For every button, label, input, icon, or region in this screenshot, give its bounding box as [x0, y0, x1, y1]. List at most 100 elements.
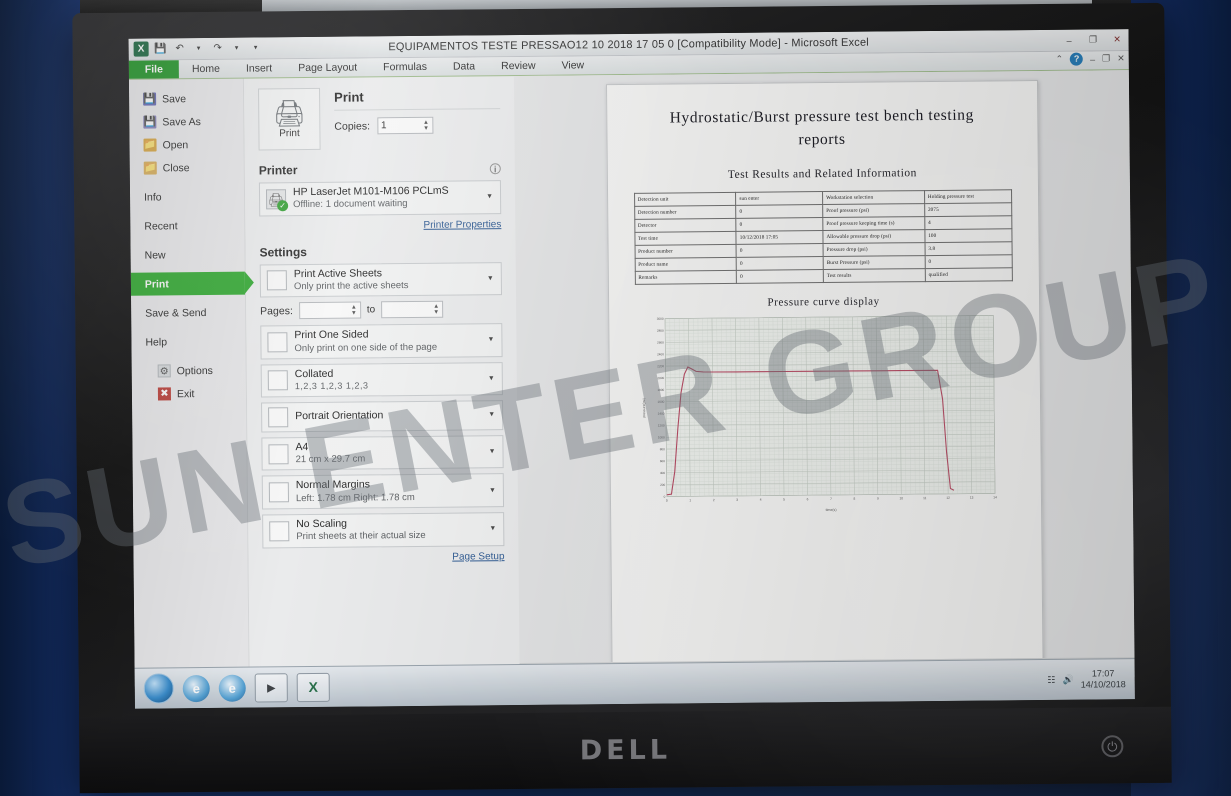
print-what-select[interactable]: Print Active Sheets Only print the activ… [259, 261, 503, 298]
restore-button[interactable]: ❐ [1086, 34, 1101, 45]
printer-select[interactable]: 🖨 ✓ HP LaserJet M101-M106 PCLmS Offline:… [258, 180, 502, 217]
svg-text:400: 400 [659, 470, 664, 474]
cell-value-right: 100 [924, 228, 1012, 243]
monitor-power-button[interactable]: ⏻ [1101, 735, 1124, 758]
internet-explorer-icon-2[interactable]: e [218, 674, 246, 702]
collation-select[interactable]: Collated 1,2,3 1,2,3 1,2,3 ▼ [260, 361, 503, 398]
scaling-select[interactable]: No Scaling Print sheets at their actual … [262, 512, 505, 548]
info-icon[interactable]: i [489, 162, 501, 174]
excel-taskbar-button[interactable]: X [296, 672, 330, 702]
copies-label: Copies: [334, 119, 371, 133]
print-sides-select[interactable]: Print One Sided Only print on one side o… [260, 323, 503, 360]
tab-file[interactable]: File [128, 60, 180, 79]
chevron-down-icon[interactable]: ▼ [489, 487, 496, 494]
sidebar-item-options[interactable]: ⚙ Options [132, 359, 246, 383]
ribbon-minimize-icon[interactable]: ⌃ [1056, 54, 1064, 65]
sidebar-item-recent[interactable]: Recent [130, 214, 244, 238]
pages-from-input[interactable]: ▲ ▼ [298, 301, 361, 320]
monitor-bezel-bottom: DELL [79, 706, 1172, 794]
svg-text:600: 600 [659, 459, 664, 463]
exit-icon: ✖ [157, 387, 172, 401]
chevron-down-icon[interactable]: ▼ [488, 411, 495, 418]
cell-label-left: Test time [634, 230, 737, 245]
printer-properties-link[interactable]: Printer Properties [259, 219, 501, 232]
pages-to-input[interactable]: ▲ ▼ [381, 300, 444, 319]
scaling-text: No Scaling Print sheets at their actual … [296, 517, 426, 544]
svg-text:5: 5 [783, 497, 785, 501]
window-controls[interactable]: – ❐ ✕ [1062, 34, 1125, 46]
workbook-restore-icon[interactable]: ❐ [1102, 53, 1110, 64]
cell-value-right: 4 [924, 215, 1012, 230]
option-title: Portrait Orientation [295, 409, 384, 423]
svg-text:3000: 3000 [656, 316, 663, 320]
chevron-down-icon[interactable]: ▼ [486, 194, 493, 201]
sidebar-item-save-as[interactable]: 💾 Save As [129, 110, 243, 134]
minimize-button[interactable]: – [1062, 35, 1077, 45]
windows-taskbar[interactable]: e e ▶ X ☷ 🔊 17:07 14/10/2018 [134, 658, 1135, 709]
chevron-down-icon[interactable]: ▼ [488, 375, 495, 382]
sidebar-item-help[interactable]: Help [131, 330, 245, 354]
svg-text:2200: 2200 [657, 364, 664, 368]
margins-text: Normal Margins Left: 1.78 cm Right: 1.78… [296, 478, 415, 505]
svg-text:7: 7 [830, 496, 832, 500]
pages-label: Pages: [260, 304, 293, 318]
sidebar-item-close[interactable]: 📁 Close [130, 156, 244, 180]
tab-home[interactable]: Home [179, 60, 233, 79]
sidebar-item-label: Options [176, 364, 213, 377]
copies-stepper[interactable]: 1 ▲ ▼ [376, 116, 434, 135]
dell-monitor: X 💾 ↶ ▼ ↷ ▼ ▾ EQUIPAMENTOS TESTE PRESSAO… [72, 2, 1172, 794]
tab-insert[interactable]: Insert [233, 59, 285, 78]
print-button[interactable]: 🖨 Print [258, 87, 321, 151]
start-button-icon[interactable] [143, 673, 174, 704]
cell-label-left: Detector [634, 217, 737, 232]
clock[interactable]: 17:07 14/10/2018 [1081, 668, 1126, 691]
orientation-select[interactable]: Portrait Orientation ▼ [261, 399, 504, 433]
volume-icon[interactable]: 🔊 [1062, 674, 1073, 685]
stepper-arrows-icon[interactable]: ▲ ▼ [433, 303, 439, 315]
margins-select[interactable]: Normal Margins Left: 1.78 cm Right: 1.78… [261, 473, 505, 510]
sidebar-item-save-and-send[interactable]: Save & Send [131, 301, 245, 325]
printer-status: Offline: 1 document waiting [293, 198, 408, 211]
tab-data[interactable]: Data [440, 57, 488, 75]
media-app-icon: ▶ [266, 681, 276, 694]
one-sided-icon [267, 332, 288, 353]
page-setup-link[interactable]: Page Setup [262, 551, 504, 564]
workbook-close-icon[interactable]: ✕ [1117, 53, 1125, 64]
chevron-down-icon[interactable]: ▼ [487, 275, 494, 282]
svg-text:1600: 1600 [657, 399, 664, 403]
stepper-arrows-icon[interactable]: ▲ ▼ [423, 119, 429, 131]
help-icon[interactable]: ? [1070, 52, 1084, 66]
close-button[interactable]: ✕ [1110, 34, 1125, 45]
sidebar-item-info[interactable]: Info [130, 185, 244, 209]
svg-text:1800: 1800 [657, 387, 664, 391]
network-icon[interactable]: ☷ [1047, 674, 1055, 685]
stepper-arrows-icon[interactable]: ▲ ▼ [351, 304, 357, 316]
print-settings-panel: 🖨 Print Print Copies: 1 ▲ ▼ Printer i 🖨 … [243, 76, 520, 686]
chevron-down-icon[interactable]: ▼ [487, 337, 494, 344]
sidebar-item-open[interactable]: 📁 Open [129, 133, 243, 157]
tab-page-layout[interactable]: Page Layout [285, 58, 370, 77]
chevron-down-icon[interactable]: ▼ [489, 448, 496, 455]
cell-label-right: Workstation selection [822, 190, 925, 205]
paper-size-select[interactable]: A4 21 cm x 29.7 cm ▼ [261, 434, 504, 471]
workbook-minimize-icon[interactable]: – [1090, 54, 1095, 64]
cell-value-right: qualified [925, 267, 1012, 282]
media-app-button[interactable]: ▶ [254, 672, 288, 703]
test-results-table: Detection unit sun enter Workstation sel… [634, 189, 1013, 285]
tab-review[interactable]: Review [488, 57, 549, 76]
sidebar-item-save[interactable]: 💾 Save [129, 87, 243, 111]
tab-view[interactable]: View [548, 56, 597, 74]
tab-formulas[interactable]: Formulas [370, 58, 440, 77]
cell-label-left: Detection unit [634, 191, 736, 206]
system-tray[interactable]: ☷ 🔊 17:07 14/10/2018 [1047, 668, 1135, 691]
ribbon-controls[interactable]: ⌃ ? – ❐ ✕ [1056, 52, 1125, 66]
sidebar-item-exit[interactable]: ✖ Exit [132, 382, 246, 406]
svg-text:11: 11 [923, 496, 927, 500]
backstage-sidebar[interactable]: 💾 Save 💾 Save As 📁 Open 📁 Close Info Rec… [128, 78, 250, 687]
chevron-down-icon[interactable]: ▼ [489, 525, 496, 532]
internet-explorer-icon-1[interactable]: e [182, 674, 210, 702]
sidebar-item-print[interactable]: Print [130, 271, 245, 296]
option-desc: Only print on one side of the page [294, 341, 438, 354]
sidebar-item-new[interactable]: New [130, 243, 244, 267]
cell-label-left: Product number [634, 243, 737, 258]
